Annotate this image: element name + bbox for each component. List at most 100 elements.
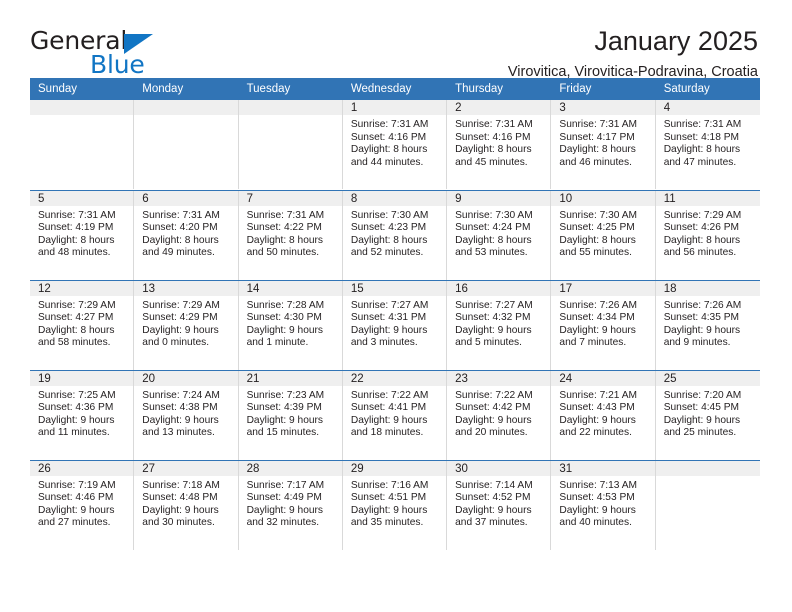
daylight-text-cont: and 7 minutes. bbox=[559, 337, 627, 349]
day-details: Sunrise: 7:29 AM Sunset: 4:27 PM Daylight:… bbox=[30, 296, 133, 350]
day-cell[interactable]: 8 Sunrise: 7:30 AM Sunset: 4:23 PM Daylight… bbox=[342, 190, 448, 280]
calendar-day-cell: 26 Sunrise: 7:19 AM Sunset: 4:46 PM Dayligh… bbox=[30, 459, 135, 550]
calendar-week-row: 12 Sunrise: 7:29 AM Sunset: 4:27 PM Dayligh… bbox=[30, 279, 760, 370]
day-cell[interactable]: 19 Sunrise: 7:25 AM Sunset: 4:36 PM Dayligh… bbox=[30, 370, 135, 460]
daylight-text-cont: and 56 minutes. bbox=[663, 247, 737, 259]
sunrise-text: Sunrise: 7:31 AM bbox=[246, 209, 325, 221]
day-number: 2 bbox=[447, 100, 551, 115]
brand-logo[interactable]: General Blue bbox=[30, 26, 220, 79]
daylight-text: Daylight: 9 hours bbox=[38, 504, 115, 516]
calendar-day-cell: 9 Sunrise: 7:30 AM Sunset: 4:24 PM Daylight… bbox=[447, 189, 552, 280]
day-cell[interactable]: 1 Sunrise: 7:31 AM Sunset: 4:16 PM Daylight… bbox=[342, 100, 448, 189]
day-cell[interactable]: 31 Sunrise: 7:13 AM Sunset: 4:53 PM Dayligh… bbox=[551, 460, 656, 550]
calendar-day-cell: 31 Sunrise: 7:13 AM Sunset: 4:53 PM Dayligh… bbox=[551, 459, 656, 550]
day-number: 17 bbox=[551, 280, 655, 296]
day-details: Sunrise: 7:30 AM Sunset: 4:25 PM Daylight:… bbox=[551, 206, 654, 260]
day-number: 29 bbox=[342, 460, 447, 476]
day-cell[interactable]: 7 Sunrise: 7:31 AM Sunset: 4:22 PM Daylight… bbox=[238, 190, 343, 280]
calendar-day-cell: 10 Sunrise: 7:30 AM Sunset: 4:25 PM Dayligh… bbox=[551, 189, 656, 280]
sunrise-text: Sunrise: 7:31 AM bbox=[38, 209, 116, 221]
sunrise-text: Sunrise: 7:31 AM bbox=[350, 119, 429, 130]
calendar-day-cell: 1 Sunrise: 7:31 AM Sunset: 4:16 PM Daylight… bbox=[342, 100, 448, 190]
day-cell[interactable]: 23 Sunrise: 7:22 AM Sunset: 4:42 PM Dayligh… bbox=[447, 370, 552, 460]
day-cell[interactable]: 22 Sunrise: 7:22 AM Sunset: 4:41 PM Dayligh… bbox=[342, 370, 448, 460]
day-number: 27 bbox=[134, 460, 238, 476]
day-details: Sunrise: 7:14 AM Sunset: 4:52 PM Daylight:… bbox=[447, 476, 550, 530]
day-cell[interactable]: 26 Sunrise: 7:19 AM Sunset: 4:46 PM Dayligh… bbox=[30, 460, 135, 550]
calendar-day-cell: 23 Sunrise: 7:22 AM Sunset: 4:42 PM Dayligh… bbox=[447, 369, 552, 460]
day-number: 15 bbox=[342, 280, 447, 296]
sunset-text: Sunset: 4:34 PM bbox=[559, 312, 635, 324]
day-cell-empty bbox=[134, 100, 239, 189]
day-number: 26 bbox=[30, 460, 134, 476]
day-details: Sunrise: 7:30 AM Sunset: 4:23 PM Daylight:… bbox=[343, 206, 446, 260]
day-details: Sunrise: 7:31 AM Sunset: 4:17 PM Daylight:… bbox=[551, 115, 654, 169]
day-number: 30 bbox=[447, 460, 551, 476]
day-cell[interactable]: 13 Sunrise: 7:29 AM Sunset: 4:29 PM Dayligh… bbox=[134, 280, 239, 370]
sunset-text: Sunset: 4:49 PM bbox=[246, 492, 322, 504]
day-cell[interactable]: 6 Sunrise: 7:31 AM Sunset: 4:20 PM Daylight… bbox=[134, 190, 239, 280]
day-number: 28 bbox=[238, 460, 342, 476]
day-cell[interactable]: 14 Sunrise: 7:28 AM Sunset: 4:30 PM Dayligh… bbox=[238, 280, 343, 370]
daylight-text: Daylight: 8 hours bbox=[663, 234, 741, 246]
day-cell[interactable]: 25 Sunrise: 7:20 AM Sunset: 4:45 PM Dayligh… bbox=[655, 370, 760, 460]
day-cell[interactable]: 20 Sunrise: 7:24 AM Sunset: 4:38 PM Dayligh… bbox=[134, 370, 239, 460]
calendar-day-cell: 16 Sunrise: 7:27 AM Sunset: 4:32 PM Dayligh… bbox=[447, 279, 552, 370]
sunrise-text: Sunrise: 7:25 AM bbox=[38, 389, 116, 401]
day-cell[interactable]: 15 Sunrise: 7:27 AM Sunset: 4:31 PM Dayligh… bbox=[342, 280, 448, 370]
day-number: 9 bbox=[447, 190, 551, 206]
page-subtitle: Virovitica, Virovitica-Podravina, Croati… bbox=[507, 64, 758, 81]
day-cell[interactable]: 11 Sunrise: 7:29 AM Sunset: 4:26 PM Dayligh… bbox=[655, 190, 760, 280]
day-cell[interactable]: 2 Sunrise: 7:31 AM Sunset: 4:16 PM Daylight… bbox=[447, 100, 552, 189]
daylight-text: Daylight: 9 hours bbox=[559, 504, 636, 516]
day-cell[interactable]: 17 Sunrise: 7:26 AM Sunset: 4:34 PM Dayligh… bbox=[551, 280, 656, 370]
daylight-text: Daylight: 9 hours bbox=[559, 324, 636, 336]
day-cell[interactable]: 21 Sunrise: 7:23 AM Sunset: 4:39 PM Dayligh… bbox=[238, 370, 343, 460]
day-cell[interactable]: 4 Sunrise: 7:31 AM Sunset: 4:18 PM Daylight… bbox=[655, 100, 760, 189]
sunset-text: Sunset: 4:25 PM bbox=[559, 222, 635, 234]
daylight-text-cont: and 55 minutes. bbox=[559, 247, 632, 259]
sunset-text: Sunset: 4:51 PM bbox=[350, 492, 427, 504]
sunset-text: Sunset: 4:24 PM bbox=[455, 222, 531, 234]
daylight-text-cont: and 46 minutes. bbox=[559, 156, 632, 168]
calendar-week-row: 5 Sunrise: 7:31 AM Sunset: 4:19 PM Daylight… bbox=[30, 189, 760, 280]
sunrise-text: Sunrise: 7:16 AM bbox=[350, 479, 429, 491]
daylight-text: Daylight: 9 hours bbox=[142, 414, 219, 426]
daylight-text-cont: and 37 minutes. bbox=[455, 517, 528, 529]
day-cell[interactable]: 3 Sunrise: 7:31 AM Sunset: 4:17 PM Daylight… bbox=[551, 100, 656, 189]
calendar-day-cell: 25 Sunrise: 7:20 AM Sunset: 4:45 PM Dayligh… bbox=[655, 369, 760, 460]
day-number: 1 bbox=[342, 100, 447, 115]
day-details: Sunrise: 7:25 AM Sunset: 4:36 PM Daylight:… bbox=[30, 386, 133, 440]
day-details: Sunrise: 7:29 AM Sunset: 4:29 PM Daylight:… bbox=[134, 296, 237, 350]
day-cell[interactable]: 28 Sunrise: 7:17 AM Sunset: 4:49 PM Dayligh… bbox=[238, 460, 343, 550]
daylight-text-cont: and 47 minutes. bbox=[663, 156, 737, 168]
day-details: Sunrise: 7:31 AM Sunset: 4:16 PM Daylight:… bbox=[343, 115, 446, 169]
day-number: 14 bbox=[238, 280, 342, 296]
sunset-text: Sunset: 4:30 PM bbox=[246, 312, 322, 324]
day-cell[interactable]: 18 Sunrise: 7:26 AM Sunset: 4:35 PM Dayligh… bbox=[655, 280, 760, 370]
day-number: 24 bbox=[551, 370, 655, 386]
day-cell[interactable]: 10 Sunrise: 7:30 AM Sunset: 4:25 PM Dayligh… bbox=[551, 190, 656, 280]
day-details: Sunrise: 7:23 AM Sunset: 4:39 PM Daylight:… bbox=[239, 386, 342, 440]
daylight-text: Daylight: 8 hours bbox=[663, 144, 741, 156]
calendar-day-cell: 28 Sunrise: 7:17 AM Sunset: 4:49 PM Dayligh… bbox=[238, 459, 343, 550]
day-cell[interactable]: 30 Sunrise: 7:14 AM Sunset: 4:52 PM Dayligh… bbox=[447, 460, 552, 550]
sunrise-text: Sunrise: 7:20 AM bbox=[663, 389, 742, 401]
daylight-text-cont: and 58 minutes. bbox=[38, 337, 111, 349]
day-cell[interactable]: 5 Sunrise: 7:31 AM Sunset: 4:19 PM Daylight… bbox=[30, 190, 135, 280]
day-cell[interactable]: 29 Sunrise: 7:16 AM Sunset: 4:51 PM Dayligh… bbox=[342, 460, 448, 550]
sunset-text: Sunset: 4:18 PM bbox=[663, 131, 740, 143]
day-cell[interactable]: 24 Sunrise: 7:21 AM Sunset: 4:43 PM Dayligh… bbox=[551, 370, 656, 460]
day-cell[interactable]: 9 Sunrise: 7:30 AM Sunset: 4:24 PM Daylight… bbox=[447, 190, 552, 280]
day-cell[interactable]: 16 Sunrise: 7:27 AM Sunset: 4:32 PM Dayligh… bbox=[447, 280, 552, 370]
sunrise-text: Sunrise: 7:26 AM bbox=[663, 299, 742, 311]
daylight-text-cont: and 18 minutes. bbox=[350, 427, 424, 439]
daylight-text-cont: and 40 minutes. bbox=[559, 517, 632, 529]
sunset-text: Sunset: 4:52 PM bbox=[455, 492, 531, 504]
calendar-day-cell: 14 Sunrise: 7:28 AM Sunset: 4:30 PM Dayligh… bbox=[238, 279, 343, 370]
day-cell[interactable]: 27 Sunrise: 7:18 AM Sunset: 4:48 PM Dayligh… bbox=[134, 460, 239, 550]
calendar-day-cell: 12 Sunrise: 7:29 AM Sunset: 4:27 PM Dayligh… bbox=[30, 279, 135, 370]
sunrise-text: Sunrise: 7:13 AM bbox=[559, 479, 637, 491]
calendar-day-cell: 17 Sunrise: 7:26 AM Sunset: 4:34 PM Dayligh… bbox=[551, 279, 656, 370]
day-cell[interactable]: 12 Sunrise: 7:29 AM Sunset: 4:27 PM Dayligh… bbox=[30, 280, 135, 370]
